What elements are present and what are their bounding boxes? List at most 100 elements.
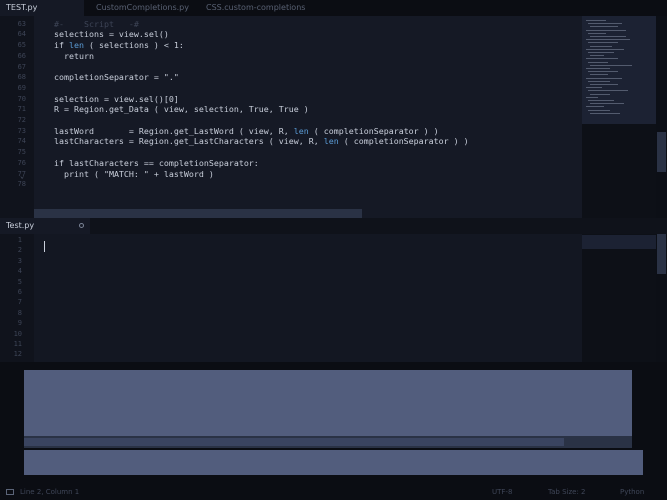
line-number: 75: [17, 148, 26, 157]
line-number: 74: [17, 137, 26, 146]
minimap-line: [590, 103, 624, 105]
line-number: 12: [13, 350, 22, 359]
line-number: 66: [17, 51, 26, 60]
unsaved-dot-icon[interactable]: [79, 223, 84, 228]
line-number: 6: [17, 288, 22, 296]
line-number: 69: [17, 83, 26, 92]
line-number: 64: [17, 30, 26, 39]
minimap-line: [586, 106, 604, 108]
code-line[interactable]: selection = view.sel()[0]: [54, 94, 179, 104]
minimap-line: [588, 80, 610, 82]
code-line[interactable]: print ( "MATCH: " + lastWord ): [54, 169, 214, 179]
line-number: 63: [17, 19, 26, 28]
minimap-line: [586, 29, 626, 31]
code-line[interactable]: return: [54, 51, 94, 61]
minimap-line: [590, 64, 632, 66]
completion-list[interactable]: [24, 370, 632, 436]
line-number: 3: [17, 256, 22, 265]
line-number: 10: [13, 329, 22, 338]
code-line[interactable]: if len ( selections ) < 1:: [54, 40, 184, 50]
top-vertical-scrollbar[interactable]: [656, 16, 667, 218]
code-line[interactable]: if lastCharacters == completionSeparator…: [54, 158, 259, 168]
syntax-indicator[interactable]: Python: [620, 488, 644, 496]
minimap-line: [590, 93, 610, 95]
top-editor-pane[interactable]: 52 63 #- Script -# 64 selections = view.sel(…: [0, 16, 582, 218]
bottom-minimap[interactable]: [582, 234, 656, 362]
minimap-line: [590, 84, 618, 85]
line-number: 9: [17, 319, 22, 328]
panel-input-field[interactable]: [24, 450, 643, 475]
scrollbar-thumb[interactable]: [657, 234, 666, 274]
completion-panel: [0, 362, 667, 486]
minimap-line: [588, 61, 608, 63]
minimap-line: [588, 23, 622, 25]
status-bar: Line 2, Column 1 UTF-8 Tab Size: 2 Pytho…: [0, 486, 667, 500]
minimap-line: [590, 55, 604, 57]
code-line[interactable]: completionSeparator = ".": [54, 72, 179, 82]
line-number: 7: [17, 298, 22, 307]
minimap-line: [588, 71, 618, 73]
minimap-line: [588, 32, 606, 34]
top-tab-bar: TEST.py CustomCompletions.py CSS.custom-…: [0, 0, 667, 16]
line-number: 78: [17, 180, 26, 189]
minimap-line: [586, 77, 622, 79]
text-caret: [44, 241, 45, 252]
cursor-position: Line 2, Column 1: [20, 488, 80, 496]
line-number: 70: [17, 94, 26, 103]
minimap-line: [590, 45, 612, 47]
minimap-line: [586, 48, 624, 50]
encoding-indicator[interactable]: UTF-8: [492, 488, 512, 496]
minimap-line: [586, 96, 598, 98]
tab-test-py[interactable]: TEST.py: [0, 0, 84, 16]
line-number: 71: [17, 105, 26, 114]
line-number: 72: [17, 116, 26, 124]
minimap-viewport[interactable]: [582, 235, 656, 249]
indent-indicator[interactable]: Tab Size: 2: [548, 488, 585, 496]
tab-label: TEST.py: [6, 3, 38, 12]
tab-label: Test.py: [6, 221, 35, 230]
code-line[interactable]: lastCharacters = Region.get_LastCharacte…: [54, 136, 469, 146]
tab-test-py-bottom[interactable]: Test.py: [0, 218, 90, 234]
minimap-line: [590, 74, 608, 76]
minimap-line: [588, 52, 614, 53]
scrollbar-thumb[interactable]: [657, 132, 666, 172]
bottom-vertical-scrollbar[interactable]: [656, 234, 667, 362]
line-number: 76: [17, 158, 26, 167]
panel-toggle-icon[interactable]: [6, 489, 14, 495]
tab-label: CustomCompletions.py: [96, 3, 189, 12]
line-number: 52: [0, 16, 26, 17]
line-number: 11: [13, 340, 22, 348]
top-minimap[interactable]: [582, 16, 656, 218]
line-number: 2: [17, 246, 22, 255]
minimap-line: [590, 112, 620, 114]
horizontal-scrollbar[interactable]: [34, 209, 362, 218]
minimap-line: [586, 68, 610, 69]
minimap-line: [588, 109, 610, 111]
minimap-line: [588, 90, 628, 92]
line-number: 8: [17, 308, 22, 317]
fold-arrow-icon[interactable]: ⌄: [20, 172, 24, 180]
tab-customcompletions-py[interactable]: CustomCompletions.py: [90, 0, 195, 16]
panel-scroll-thumb[interactable]: [24, 438, 564, 446]
line-number: 5: [17, 277, 22, 286]
code-line[interactable]: lastWord = Region.get_LastWord ( view, R…: [54, 126, 439, 136]
line-number: 4: [17, 267, 22, 276]
tab-label: CSS.custom-completions: [206, 3, 306, 12]
bottom-editor-pane[interactable]: 1 2 3 4 5 6 7 8 9 10 11 12: [0, 234, 582, 362]
line-number: 67: [17, 62, 26, 71]
line-number: 68: [17, 73, 26, 82]
line-number: 65: [17, 41, 26, 50]
minimap-line: [586, 87, 602, 89]
minimap-line: [590, 36, 626, 37]
line-number: 73: [17, 126, 26, 135]
code-line[interactable]: R = Region.get_Data ( view, selection, T…: [54, 104, 309, 114]
code-line[interactable]: #- Script -#: [54, 19, 139, 29]
minimap-line: [586, 39, 630, 41]
minimap-line: [588, 42, 618, 44]
code-line[interactable]: selections = view.sel(): [54, 29, 169, 39]
minimap-line: [590, 26, 618, 28]
minimap-line: [586, 58, 618, 60]
minimap-line: [586, 20, 606, 21]
minimap-line: [588, 100, 614, 101]
tab-css-custom-completions[interactable]: CSS.custom-completions: [200, 0, 311, 16]
